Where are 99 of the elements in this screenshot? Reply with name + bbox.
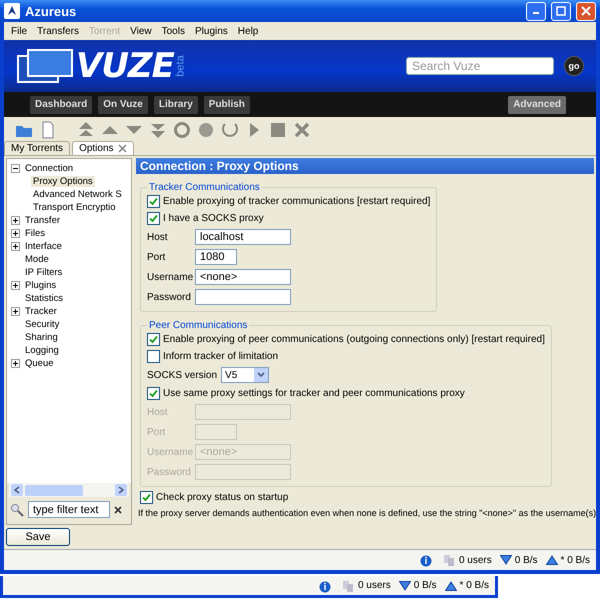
input-field[interactable]: <none> [195, 269, 291, 285]
expand-icon[interactable] [11, 281, 20, 290]
checkbox[interactable] [147, 195, 160, 208]
option-label: I have a SOCKS proxy [163, 213, 264, 224]
field-label: SOCKS version [147, 370, 218, 380]
info-icon [420, 553, 434, 567]
upload-icon [444, 580, 457, 590]
tree-item[interactable]: Interface [23, 241, 64, 252]
menu-item[interactable]: View [125, 26, 157, 36]
users-count: 0 users [358, 580, 391, 591]
nav-button[interactable]: Publish [204, 96, 250, 114]
tree-item[interactable]: Files [23, 228, 48, 239]
download-speed: 0 B/s [414, 580, 437, 591]
download-icon [398, 580, 411, 590]
option-label: Enable proxying of peer communications (outgoing connections only) [restart required] [163, 334, 545, 345]
checkbox[interactable] [147, 212, 160, 225]
upload-speed: * 0 B/s [460, 580, 489, 591]
help-text: If the proxy server demands authentication even when none is defined, use the string "<none>" as the username(s) [138, 508, 596, 518]
checkbox[interactable] [147, 333, 160, 346]
expand-icon[interactable] [11, 229, 20, 238]
nav-button[interactable]: Dashboard [30, 96, 92, 114]
option-label: Inform tracker of limitation [163, 351, 278, 362]
logo-wordmark: VUZE [76, 46, 174, 86]
panel-title: Connection : Proxy Options [136, 158, 594, 174]
users-icon [442, 553, 456, 567]
search-field[interactable]: Search Vuze [406, 57, 554, 75]
expand-icon[interactable] [11, 307, 20, 316]
field-label: Password [147, 466, 192, 478]
checkbox[interactable] [147, 350, 160, 363]
maximize-icon [556, 6, 566, 16]
tab[interactable]: Options [72, 141, 134, 155]
field-label: Password [147, 292, 192, 302]
field-label: Host [147, 232, 169, 242]
tree-item[interactable]: Logging [23, 345, 61, 356]
tree-item[interactable]: Mode [23, 254, 51, 265]
upload-speed: * 0 B/s [560, 554, 590, 566]
nav-button[interactable]: Library [154, 96, 198, 114]
maximize-button[interactable] [551, 2, 571, 20]
tree-item[interactable]: IP Filters [23, 267, 64, 278]
checkbox[interactable] [140, 491, 153, 504]
collapse-icon[interactable] [11, 164, 20, 173]
option-label: Enable proxying of tracker communications [restart required] [163, 196, 430, 207]
expand-icon[interactable] [11, 216, 20, 225]
tree-item[interactable]: Statistics [23, 293, 66, 304]
group-title: Tracker Communications [148, 182, 261, 193]
save-button[interactable]: Save [6, 528, 70, 546]
field-label: Host [147, 406, 169, 418]
go-button[interactable]: go [564, 56, 584, 76]
screens-logo-icon [16, 48, 76, 84]
minimize-button[interactable] [526, 2, 546, 20]
field-label: Port [147, 426, 166, 438]
caret-icon [257, 372, 266, 378]
download-speed: 0 B/s [514, 554, 538, 566]
tree-item[interactable]: Queue [23, 358, 56, 369]
nav-button[interactable]: Advanced [508, 96, 566, 114]
menu-item[interactable]: Tools [156, 26, 190, 36]
upload-icon [546, 555, 558, 565]
field-label: Username [147, 272, 194, 282]
tree-item[interactable]: Sharing [23, 332, 60, 343]
tree-item[interactable]: Tracker [23, 306, 59, 317]
search-icon [10, 502, 24, 516]
tree-item[interactable]: Security [23, 319, 62, 330]
filter-field[interactable]: type filter text [28, 501, 110, 518]
tree-item[interactable]: Transfer [23, 215, 62, 226]
download-icon [500, 555, 512, 565]
input-field[interactable] [195, 289, 291, 305]
close-icon[interactable] [118, 144, 127, 153]
input-field[interactable]: localhost [195, 229, 291, 245]
nav-button[interactable]: On Vuze [98, 96, 148, 114]
checkbox[interactable] [147, 387, 160, 400]
info-icon [318, 578, 333, 592]
close-icon [581, 6, 591, 16]
tree-item[interactable]: Proxy Options [31, 176, 95, 187]
version-dropdown[interactable]: V5 [221, 367, 270, 383]
users-count: 0 users [458, 554, 492, 566]
field-label: Port [147, 252, 166, 262]
tree-item[interactable]: Connection [23, 163, 76, 174]
option-label: Use same proxy settings for tracker and peer communications proxy [163, 388, 465, 399]
menu-item[interactable]: Plugins [190, 26, 233, 36]
tree-item[interactable]: Advanced Network S [31, 189, 124, 200]
field-label: Username [147, 446, 194, 458]
tab[interactable]: My Torrents [4, 141, 70, 155]
tree-item[interactable]: Transport Encryptio [31, 202, 118, 213]
users-icon [340, 578, 355, 592]
menu-item[interactable]: Help [232, 26, 264, 36]
close-button[interactable] [576, 2, 596, 20]
expand-icon[interactable] [11, 242, 20, 251]
tree-item[interactable]: Plugins [23, 280, 58, 291]
group-title: Peer Communications [148, 320, 248, 331]
window-title: Azureus [25, 4, 78, 18]
input-field[interactable]: 1080 [195, 249, 237, 265]
clear-icon [114, 506, 122, 514]
horizontal-scrollbar[interactable] [9, 483, 129, 497]
beta-label: beta [174, 55, 187, 77]
menu-item[interactable]: File [6, 26, 32, 36]
app-icon [4, 3, 20, 19]
expand-icon[interactable] [11, 359, 20, 368]
option-label: Check proxy status on startup [156, 492, 288, 503]
menu-item[interactable]: Transfers [32, 26, 84, 36]
